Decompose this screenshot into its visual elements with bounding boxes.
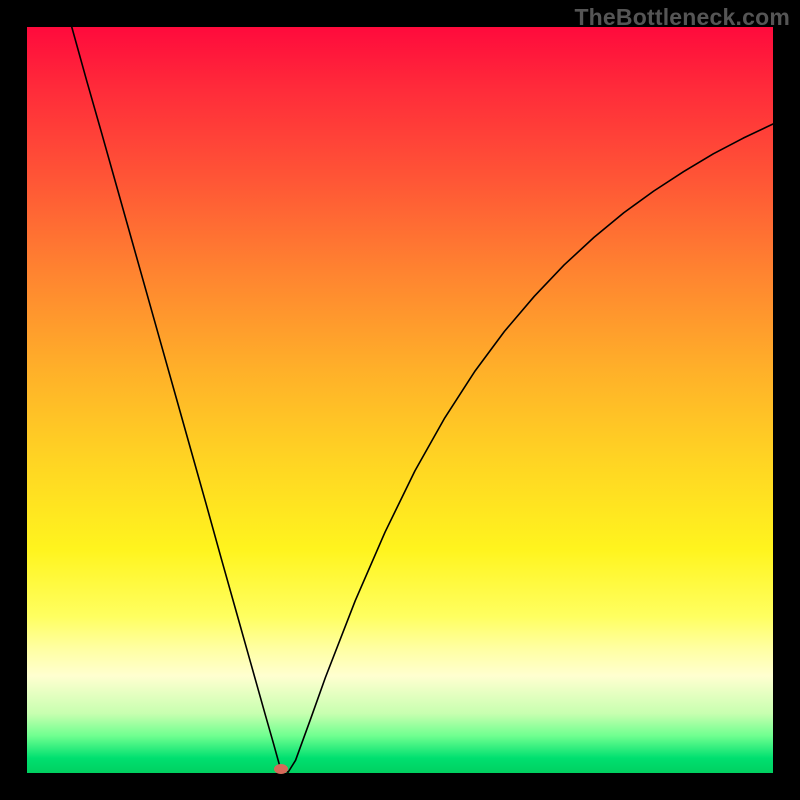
data-curve bbox=[27, 27, 773, 773]
watermark-text: TheBottleneck.com bbox=[574, 4, 790, 31]
chart-container: TheBottleneck.com bbox=[0, 0, 800, 800]
plot-area bbox=[27, 27, 773, 773]
